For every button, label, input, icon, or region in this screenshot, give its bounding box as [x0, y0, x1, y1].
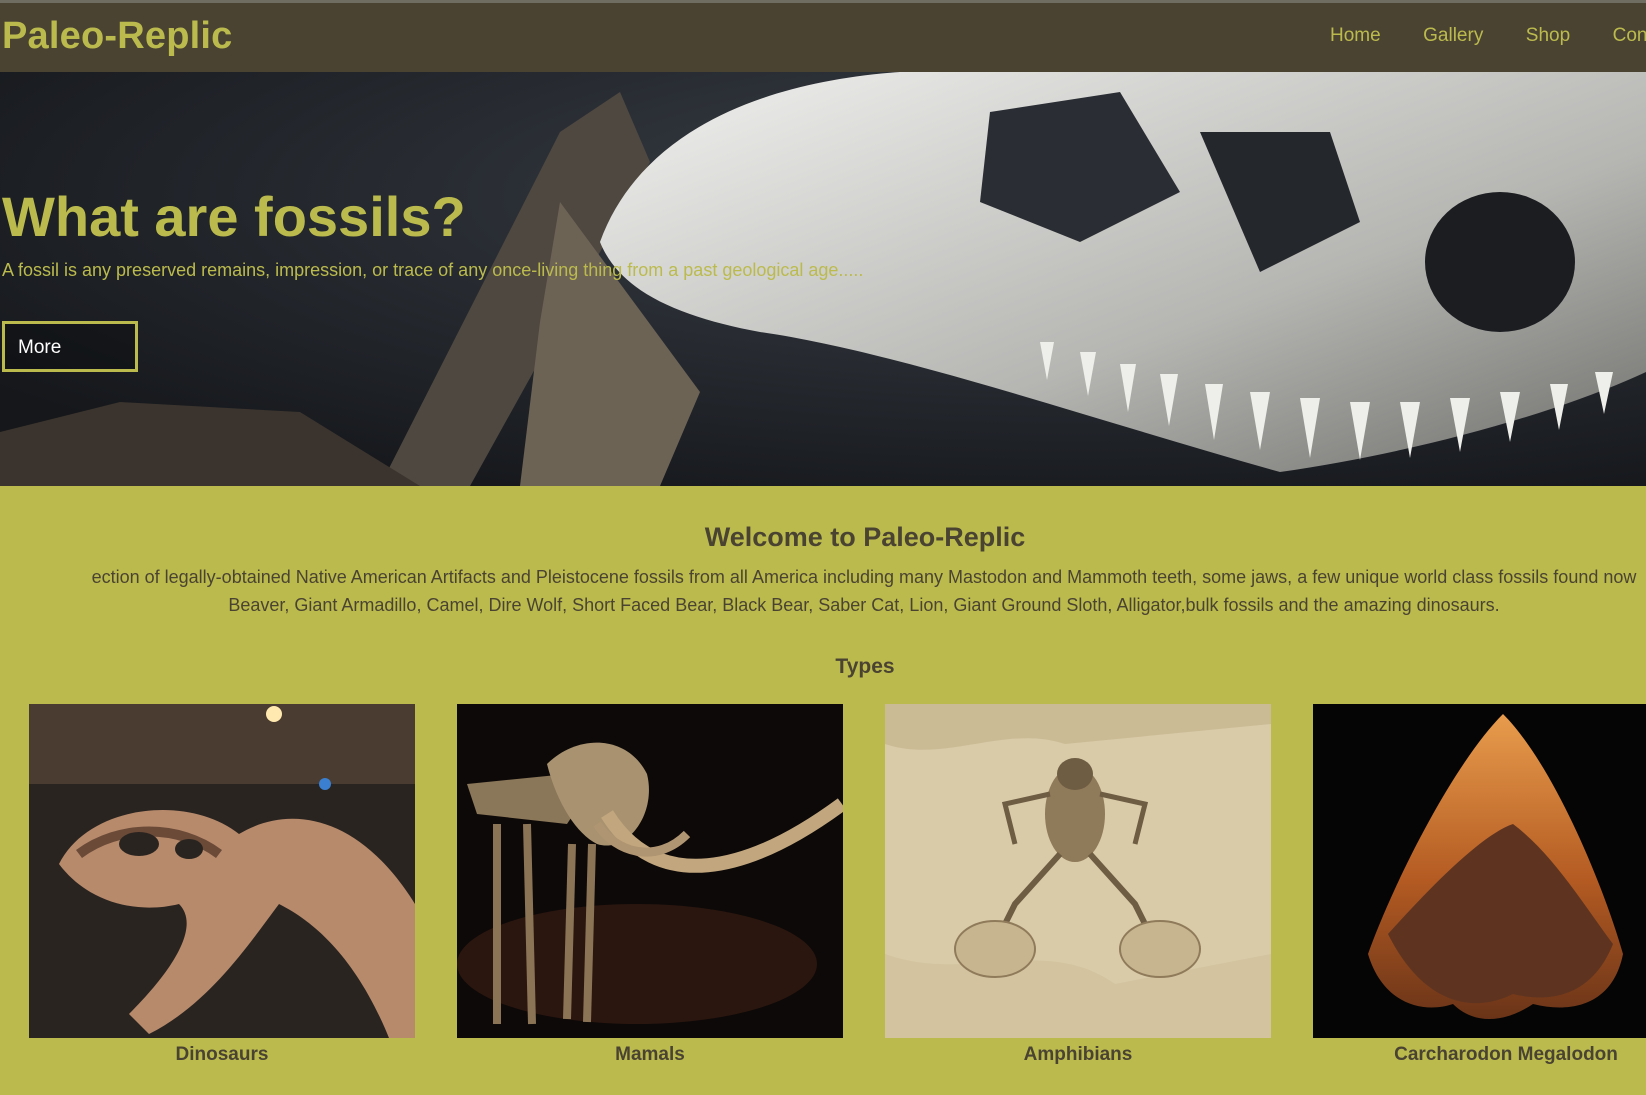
megalodon-tooth-image[interactable]: [1313, 704, 1646, 1038]
hero-title: What are fossils?: [2, 185, 466, 248]
site-logo[interactable]: Paleo-Replic: [2, 15, 232, 58]
type-label-mamals[interactable]: Mamals: [457, 1044, 843, 1066]
welcome-line-2: Beaver, Giant Armadillo, Camel, Dire Wol…: [228, 595, 1500, 615]
type-label-dinosaurs[interactable]: Dinosaurs: [29, 1044, 415, 1066]
type-card-dinosaurs[interactable]: Dinosaurs: [29, 704, 415, 1066]
nav-gallery[interactable]: Gallery: [1423, 25, 1483, 46]
welcome-title: Welcome to Paleo-Replic: [704, 522, 1026, 552]
type-card-mamals[interactable]: Mamals: [457, 704, 843, 1066]
type-card-amphibians[interactable]: Amphibians: [885, 704, 1271, 1066]
type-label-amphibians[interactable]: Amphibians: [885, 1044, 1271, 1066]
mammoth-skeleton-image[interactable]: [457, 704, 843, 1038]
nav-shop[interactable]: Shop: [1526, 25, 1570, 46]
welcome-line-1: ection of legally-obtained Native Americ…: [91, 567, 1637, 587]
nav-home[interactable]: Home: [1330, 25, 1381, 46]
site-header: Paleo-Replic Home Gallery Shop Con: [0, 3, 1646, 72]
type-card-megalodon[interactable]: Carcharodon Megalodon: [1313, 704, 1646, 1066]
nav-contact[interactable]: Con: [1613, 25, 1646, 46]
hero-banner: What are fossils? A fossil is any preser…: [0, 72, 1646, 486]
hero-subtitle: A fossil is any preserved remains, impre…: [2, 260, 864, 280]
welcome-description: ection of legally-obtained Native Americ…: [0, 563, 1646, 619]
more-button[interactable]: More: [2, 321, 138, 372]
type-label-megalodon[interactable]: Carcharodon Megalodon: [1313, 1044, 1646, 1066]
types-heading: Types: [835, 655, 895, 678]
dinosaur-skeleton-image[interactable]: [29, 704, 415, 1038]
frog-fossil-image[interactable]: [885, 704, 1271, 1038]
main-nav: Home Gallery Shop Con: [1330, 25, 1646, 47]
